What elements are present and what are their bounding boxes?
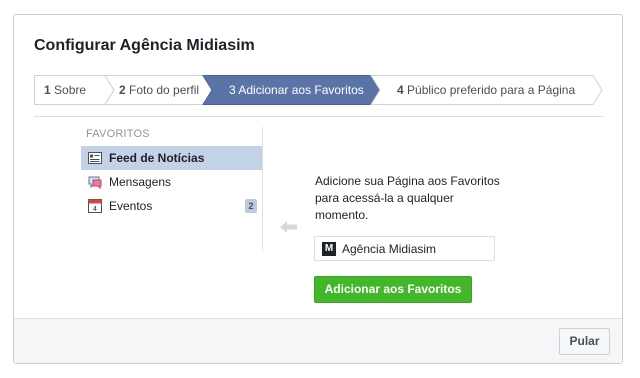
skip-button[interactable]: Pular <box>559 328 610 355</box>
step-progress: 1 Sobre 2 Foto do perfil 3 Adicionar aos… <box>34 75 603 105</box>
favorite-label: Feed de Notícias <box>109 151 205 165</box>
setup-dialog: Configurar Agência Midiasim 1 Sobre 2 Fo… <box>13 14 623 364</box>
dialog-title: Configurar Agência Midiasim <box>34 37 255 54</box>
dialog-footer: Pular <box>14 318 622 363</box>
calendar-icon: 4 <box>87 198 103 214</box>
messages-icon <box>87 174 103 190</box>
add-to-favorites-button[interactable]: Adicionar aos Favoritos <box>314 276 472 303</box>
instruction-text: Adicione sua Página aos Favoritos para a… <box>315 174 500 222</box>
step-foto-do-perfil[interactable]: 2 Foto do perfil <box>119 75 199 105</box>
news-feed-icon <box>87 150 103 166</box>
favorite-item-messages: Mensagens <box>81 170 263 194</box>
favorite-label: Eventos <box>109 199 153 213</box>
step-publico-preferido[interactable]: 4 Público preferido para a Página <box>397 75 575 105</box>
favorite-item-news-feed: Feed de Notícias <box>81 146 263 170</box>
step-sobre[interactable]: 1 Sobre <box>44 75 86 105</box>
favorite-item-events: 4 Eventos 2 <box>81 194 263 218</box>
favorite-label: Mensagens <box>109 175 172 189</box>
left-arrow-icon <box>280 220 298 239</box>
page-name: Agência Midiasim <box>342 241 437 256</box>
count-badge: 2 <box>245 199 257 213</box>
step-adicionar-aos-favoritos[interactable]: 3 Adicionar aos Favoritos <box>229 75 364 105</box>
vertical-divider <box>262 127 263 251</box>
divider <box>34 116 603 117</box>
svg-text:4: 4 <box>93 206 97 213</box>
favorites-heading: FAVORITOS <box>86 128 150 140</box>
page-preview: M Agência Midiasim <box>314 236 495 261</box>
page-logo: M <box>322 241 336 256</box>
